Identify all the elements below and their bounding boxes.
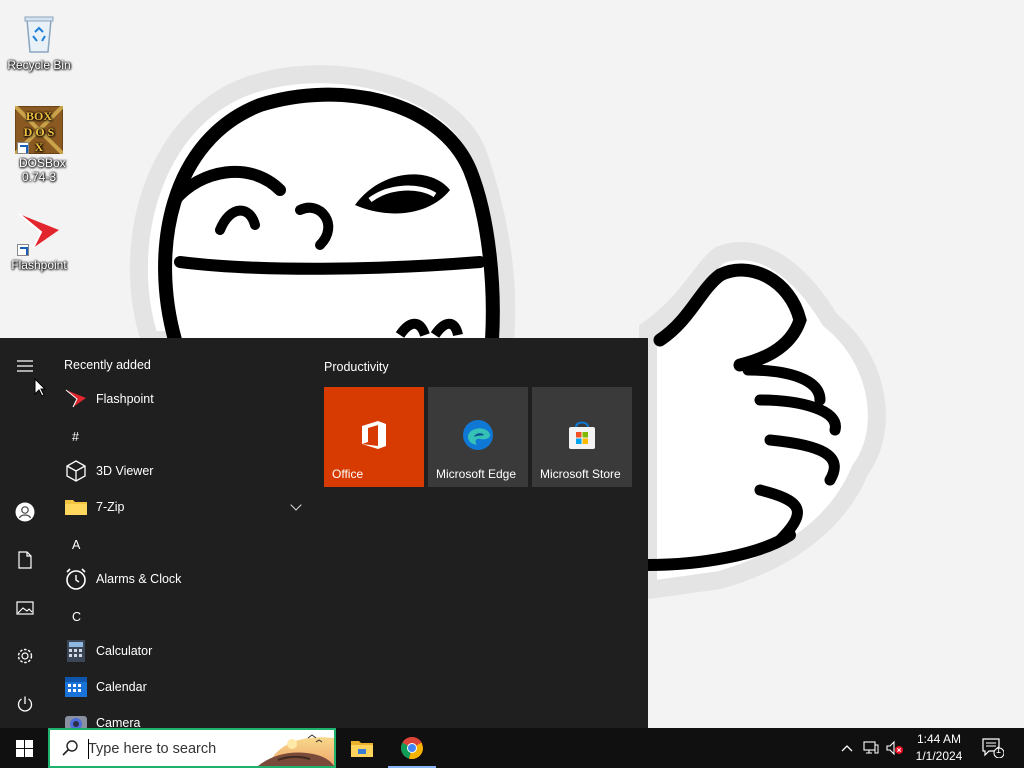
camera-icon: [64, 711, 88, 728]
taskbar: Type here to search 1:44 AM 1/1/2024 1: [0, 728, 1024, 768]
app-item-7-zip[interactable]: 7-Zip: [50, 489, 310, 525]
flashpoint-icon: [64, 387, 88, 411]
app-label: Camera: [96, 716, 141, 728]
desktop-icon-dosbox[interactable]: BOX D O S X DOSBox 0.74-3: [1, 104, 77, 184]
documents-button[interactable]: [7, 542, 43, 578]
settings-button[interactable]: [7, 638, 43, 674]
tile-label: Office: [332, 467, 364, 481]
search-icon: [62, 740, 78, 756]
svg-text:D O S: D O S: [24, 125, 55, 139]
tile-microsoft-store[interactable]: Microsoft Store: [532, 387, 632, 487]
volume-muted-icon: [886, 741, 903, 755]
store-icon: [566, 419, 598, 451]
show-hidden-icons-button[interactable]: [836, 728, 858, 768]
text-caret: [88, 739, 89, 759]
clock-date: 1/1/2024: [915, 749, 963, 763]
action-center-button[interactable]: 1: [978, 728, 1008, 768]
desktop-icon-flashpoint[interactable]: Flashpoint: [1, 208, 77, 272]
user-icon: [15, 502, 35, 522]
mouse-cursor-icon: [34, 378, 46, 397]
power-button[interactable]: [7, 686, 43, 722]
volume-button[interactable]: [884, 728, 906, 768]
chrome-icon: [401, 737, 423, 760]
office-icon: [358, 419, 390, 451]
desktop-icon-label: DOSBox 0.74-3: [19, 156, 66, 184]
recently-added-header: Recently added: [64, 358, 151, 372]
app-item-camera[interactable]: Camera: [50, 705, 310, 728]
svg-text:BOX: BOX: [26, 109, 52, 123]
folder-icon: [64, 495, 88, 519]
network-button[interactable]: [860, 728, 882, 768]
taskbar-search-box[interactable]: Type here to search: [48, 728, 336, 768]
pictures-icon: [16, 601, 34, 615]
app-label: 3D Viewer: [96, 464, 154, 478]
start-button[interactable]: [0, 728, 48, 768]
app-list: Recently added Flashpoint # 3D Viewer 7-…: [50, 338, 310, 728]
file-explorer-icon: [351, 741, 373, 757]
network-icon: [863, 741, 879, 754]
taskbar-file-explorer[interactable]: [338, 728, 386, 768]
svg-text:X: X: [35, 140, 44, 154]
pictures-button[interactable]: [7, 590, 43, 626]
notification-count-badge: 1: [996, 745, 1002, 755]
dosbox-icon: BOX D O S X: [13, 104, 65, 156]
chevron-up-icon: [841, 745, 853, 752]
app-label: Alarms & Clock: [96, 572, 182, 586]
letter-header-c[interactable]: C: [72, 610, 81, 624]
shortcut-arrow-icon: [17, 244, 29, 256]
calendar-icon: [64, 675, 88, 699]
app-label: Calculator: [96, 644, 153, 658]
search-placeholder: Type here to search: [88, 741, 217, 757]
taskbar-google-chrome[interactable]: [388, 728, 436, 768]
document-icon: [18, 551, 32, 569]
letter-header-hash[interactable]: #: [72, 430, 79, 444]
taskbar-clock[interactable]: 1:44 AM 1/1/2024: [906, 731, 972, 765]
app-label: Calendar: [96, 680, 147, 694]
cube-icon: [64, 459, 88, 483]
power-icon: [17, 696, 33, 712]
flashpoint-icon: [15, 208, 63, 256]
calculator-icon: [64, 639, 88, 663]
app-item-alarms-clock[interactable]: Alarms & Clock: [50, 561, 310, 597]
clock-time: 1:44 AM: [916, 732, 962, 746]
user-account-button[interactable]: [7, 494, 43, 530]
recycle-bin-icon: [15, 8, 63, 56]
start-menu: Recently added Flashpoint # 3D Viewer 7-…: [0, 338, 648, 728]
chevron-down-icon[interactable]: [290, 499, 302, 511]
tiles-area: Productivity Office Microsoft Edge Micro…: [324, 338, 648, 728]
windows-logo-icon: [15, 739, 33, 757]
app-item-calculator[interactable]: Calculator: [50, 633, 310, 669]
edge-icon: [462, 419, 494, 451]
settings-icon: [17, 648, 33, 664]
tile-office[interactable]: Office: [324, 387, 424, 487]
tile-group-title[interactable]: Productivity: [324, 360, 389, 374]
alarm-clock-icon: [64, 567, 88, 591]
desktop-icon-label: Flashpoint: [11, 258, 67, 272]
tile-label: Microsoft Edge: [436, 467, 517, 481]
app-item-3d-viewer[interactable]: 3D Viewer: [50, 453, 310, 489]
desktop-icon-recycle-bin[interactable]: Recycle Bin: [1, 8, 77, 72]
shortcut-arrow-icon: [17, 142, 29, 154]
desktop-icon-label: Recycle Bin: [7, 58, 71, 72]
tile-label: Microsoft Store: [540, 467, 621, 481]
hamburger-icon: [17, 360, 33, 372]
app-label: Flashpoint: [96, 392, 154, 406]
search-highlight-illustration: [258, 734, 334, 766]
app-item-flashpoint[interactable]: Flashpoint: [50, 381, 310, 417]
app-item-calendar[interactable]: Calendar: [50, 669, 310, 705]
tile-microsoft-edge[interactable]: Microsoft Edge: [428, 387, 528, 487]
app-label: 7-Zip: [96, 500, 125, 514]
letter-header-a[interactable]: A: [72, 538, 80, 552]
